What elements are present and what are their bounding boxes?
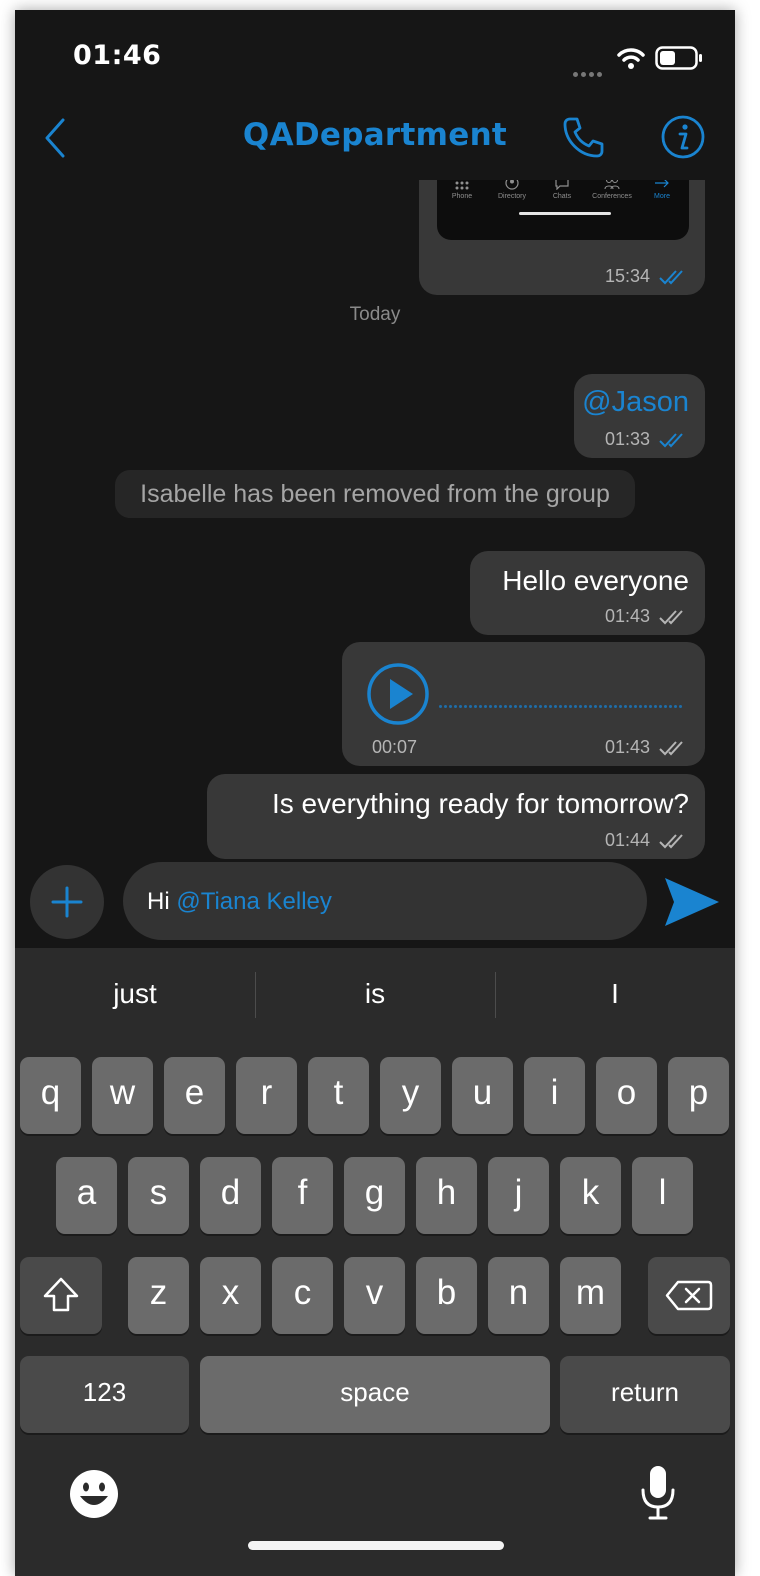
key-t[interactable]: t bbox=[308, 1057, 369, 1134]
text-message-bubble[interactable]: Hello everyone 01:43 bbox=[470, 551, 705, 635]
mini-tab-directory: Directory bbox=[487, 180, 537, 200]
delivered-receipt-icon bbox=[659, 741, 683, 756]
wifi-icon bbox=[617, 48, 645, 69]
cellular-signal-icon bbox=[573, 62, 605, 81]
text-message-bubble[interactable]: Is everything ready for tomorrow? 01:44 bbox=[207, 774, 705, 859]
key-k[interactable]: k bbox=[560, 1157, 621, 1234]
key-g[interactable]: g bbox=[344, 1157, 405, 1234]
message-time: 01:43 bbox=[605, 606, 687, 627]
message-text: Hello everyone bbox=[502, 565, 689, 596]
on-screen-keyboard: just is I q w e r t y u i o p a s d f g … bbox=[15, 948, 735, 1576]
chat-bubble-icon bbox=[555, 180, 569, 190]
mini-home-indicator bbox=[519, 212, 611, 215]
phone-screen: 01:46 QADepartment Phone Directory Chats… bbox=[15, 10, 735, 1576]
day-separator: Today bbox=[349, 304, 401, 325]
key-w[interactable]: w bbox=[92, 1057, 153, 1134]
key-l[interactable]: l bbox=[632, 1157, 693, 1234]
mini-tab-conferences: Conferences bbox=[587, 180, 637, 200]
shared-screenshot-image[interactable]: Phone Directory Chats Conferences More bbox=[437, 180, 689, 240]
message-input-text[interactable]: Hi @Tiana Kelley bbox=[147, 888, 332, 916]
delete-key[interactable] bbox=[648, 1257, 730, 1334]
message-time: 01:43 bbox=[605, 737, 687, 758]
dialpad-icon bbox=[455, 181, 469, 190]
battery-icon bbox=[655, 46, 702, 70]
suggestion-3[interactable]: I bbox=[495, 978, 735, 1010]
key-y[interactable]: y bbox=[380, 1057, 441, 1134]
read-receipt-icon bbox=[659, 433, 683, 448]
key-r[interactable]: r bbox=[236, 1057, 297, 1134]
key-m[interactable]: m bbox=[560, 1257, 621, 1334]
suggestion-2[interactable]: is bbox=[255, 978, 495, 1010]
shift-icon bbox=[43, 1277, 79, 1312]
key-a[interactable]: a bbox=[56, 1157, 117, 1234]
key-j[interactable]: j bbox=[488, 1157, 549, 1234]
message-text: Is everything ready for tomorrow? bbox=[271, 788, 689, 819]
suggestion-1[interactable]: just bbox=[15, 978, 255, 1010]
delivered-receipt-icon bbox=[659, 834, 683, 849]
read-receipt-icon bbox=[659, 270, 683, 285]
key-i[interactable]: i bbox=[524, 1057, 585, 1134]
audio-waveform[interactable] bbox=[439, 693, 689, 708]
key-x[interactable]: x bbox=[200, 1257, 261, 1334]
mention-message-bubble[interactable]: @Jason 01:33 bbox=[574, 374, 705, 458]
voice-duration: 00:07 bbox=[372, 737, 418, 757]
phone-call-icon[interactable] bbox=[560, 114, 606, 160]
group-icon bbox=[604, 180, 620, 190]
key-n[interactable]: n bbox=[488, 1257, 549, 1334]
mention-token: @Tiana Kelley bbox=[176, 888, 332, 915]
status-time: 01:46 bbox=[73, 40, 162, 71]
key-o[interactable]: o bbox=[596, 1057, 657, 1134]
mini-tab-phone: Phone bbox=[437, 180, 487, 200]
message-time: 01:44 bbox=[605, 830, 687, 851]
message-text[interactable]: @Jason bbox=[582, 386, 689, 419]
key-v[interactable]: v bbox=[344, 1257, 405, 1334]
send-icon[interactable] bbox=[663, 876, 721, 928]
key-h[interactable]: h bbox=[416, 1157, 477, 1234]
play-icon[interactable] bbox=[366, 662, 430, 726]
delivered-receipt-icon bbox=[659, 610, 683, 625]
key-q[interactable]: q bbox=[20, 1057, 81, 1134]
space-key[interactable]: space bbox=[200, 1356, 550, 1433]
backspace-icon bbox=[665, 1280, 713, 1311]
shift-key[interactable] bbox=[20, 1257, 102, 1334]
key-b[interactable]: b bbox=[416, 1257, 477, 1334]
key-p[interactable]: p bbox=[668, 1057, 729, 1134]
message-input[interactable]: Hi @Tiana Kelley bbox=[123, 862, 647, 940]
image-message-bubble[interactable]: Phone Directory Chats Conferences More 1… bbox=[419, 180, 705, 295]
message-time: 15:34 bbox=[605, 266, 687, 287]
system-notice: Isabelle has been removed from the group bbox=[115, 470, 635, 518]
plus-icon bbox=[51, 886, 83, 918]
voice-message-bubble[interactable]: 00:07 01:43 bbox=[342, 642, 705, 766]
key-c[interactable]: c bbox=[272, 1257, 333, 1334]
return-key[interactable]: return bbox=[560, 1356, 730, 1433]
key-u[interactable]: u bbox=[452, 1057, 513, 1134]
emoji-icon[interactable] bbox=[68, 1468, 120, 1520]
key-s[interactable]: s bbox=[128, 1157, 189, 1234]
info-icon[interactable] bbox=[660, 114, 706, 160]
mini-tab-chats: Chats bbox=[537, 180, 587, 200]
microphone-icon[interactable] bbox=[640, 1464, 676, 1522]
chat-title: QADepartment bbox=[242, 117, 508, 153]
home-indicator[interactable] bbox=[248, 1541, 504, 1550]
key-d[interactable]: d bbox=[200, 1157, 261, 1234]
key-e[interactable]: e bbox=[164, 1057, 225, 1134]
key-z[interactable]: z bbox=[128, 1257, 189, 1334]
numbers-key[interactable]: 123 bbox=[20, 1356, 189, 1433]
person-icon bbox=[505, 180, 519, 190]
mini-tab-more: More bbox=[637, 180, 687, 200]
message-list[interactable]: Phone Directory Chats Conferences More 1… bbox=[15, 180, 735, 865]
message-time: 01:33 bbox=[605, 429, 687, 450]
attach-button[interactable] bbox=[30, 865, 104, 939]
arrow-right-icon bbox=[655, 180, 669, 188]
key-f[interactable]: f bbox=[272, 1157, 333, 1234]
